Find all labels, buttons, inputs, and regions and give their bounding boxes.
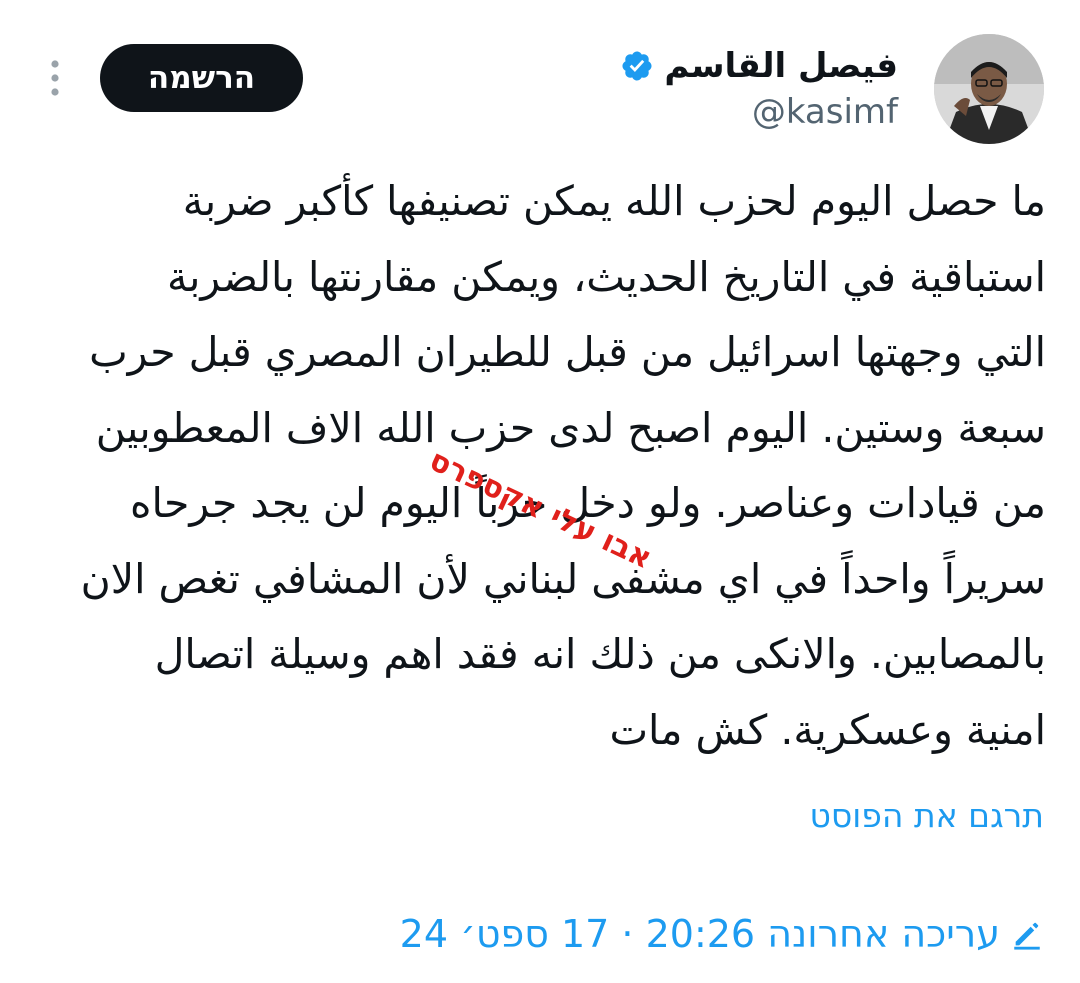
- author-avatar[interactable]: [934, 34, 1044, 144]
- tweet-line: من قيادات وعناصر. ولو دخل حرباً اليوم لن…: [130, 479, 1046, 527]
- tweet-line: سبعة وستين. اليوم اصبح لدى حزب الله الاف…: [95, 403, 1046, 452]
- translate-post-link[interactable]: תרגם את הפוסט: [809, 796, 1044, 835]
- tweet-line: ما حصل اليوم لحزب الله يمكن تصنيفها كأكب…: [182, 177, 1046, 225]
- edit-pencil-icon: [1014, 922, 1040, 950]
- author-name-row[interactable]: فيصل القاسم: [620, 40, 898, 92]
- author-handle[interactable]: @kasimf: [752, 92, 898, 132]
- person-portrait-avatar: [934, 34, 1044, 144]
- edited-timestamp: עריכה אחרונה 20:26 · 17 ספט׳ 24: [399, 912, 1000, 956]
- author-display-name[interactable]: فيصل القاسم: [664, 46, 898, 86]
- verified-badge-icon: [622, 51, 652, 81]
- edit-history-link[interactable]: עריכה אחרונה 20:26 · 17 ספט׳ 24: [400, 906, 1044, 962]
- tweet-line: استباقية في التاريخ الحديث، ويمكن مقارنت…: [167, 252, 1046, 301]
- subscribe-button[interactable]: הרשמה: [100, 44, 303, 112]
- tweet-line: بالمصابين. والانكى من ذلك انه فقد اهم وس…: [154, 630, 1046, 678]
- tweet-line: التي وجهتها اسرائيل من قبل للطيران المصر…: [89, 328, 1046, 376]
- more-vertical-icon[interactable]: [40, 56, 70, 100]
- tweet-text: ما حصل اليوم لحزب الله يمكن تصنيفها كأكب…: [36, 164, 1046, 768]
- tweet-line: سريراً واحداً في اي مشفى لبناني لأن المش…: [80, 554, 1046, 603]
- tweet-line: امنية وعسكرية. كش مات: [609, 705, 1046, 754]
